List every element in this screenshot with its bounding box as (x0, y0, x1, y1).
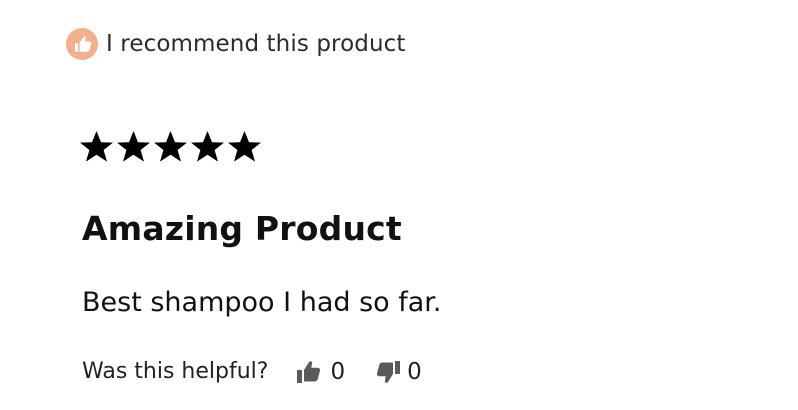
star-icon (80, 131, 113, 162)
thumbs-up-icon (296, 359, 324, 385)
recommend-label: I recommend this product (106, 31, 406, 57)
helpful-no-count: 0 (407, 359, 422, 385)
helpful-row: Was this helpful? 0 0 (82, 352, 422, 392)
star-icon (117, 131, 150, 162)
helpful-no-button[interactable]: 0 (373, 352, 422, 392)
helpful-label: Was this helpful? (82, 359, 269, 384)
thumbs-down-icon (373, 359, 401, 385)
thumbs-up-icon (66, 28, 98, 60)
review-body: Best shampoo I had so far. (82, 287, 442, 318)
review-title: Amazing Product (82, 209, 402, 248)
star-icon (191, 131, 224, 162)
star-icon (228, 131, 261, 162)
helpful-yes-count: 0 (330, 359, 346, 385)
recommend-row: I recommend this product (66, 28, 406, 60)
star-icon (154, 131, 187, 162)
star-rating (78, 129, 263, 165)
review-card: I recommend this product Amazing Product… (0, 0, 798, 410)
helpful-yes-button[interactable]: 0 (296, 352, 345, 392)
